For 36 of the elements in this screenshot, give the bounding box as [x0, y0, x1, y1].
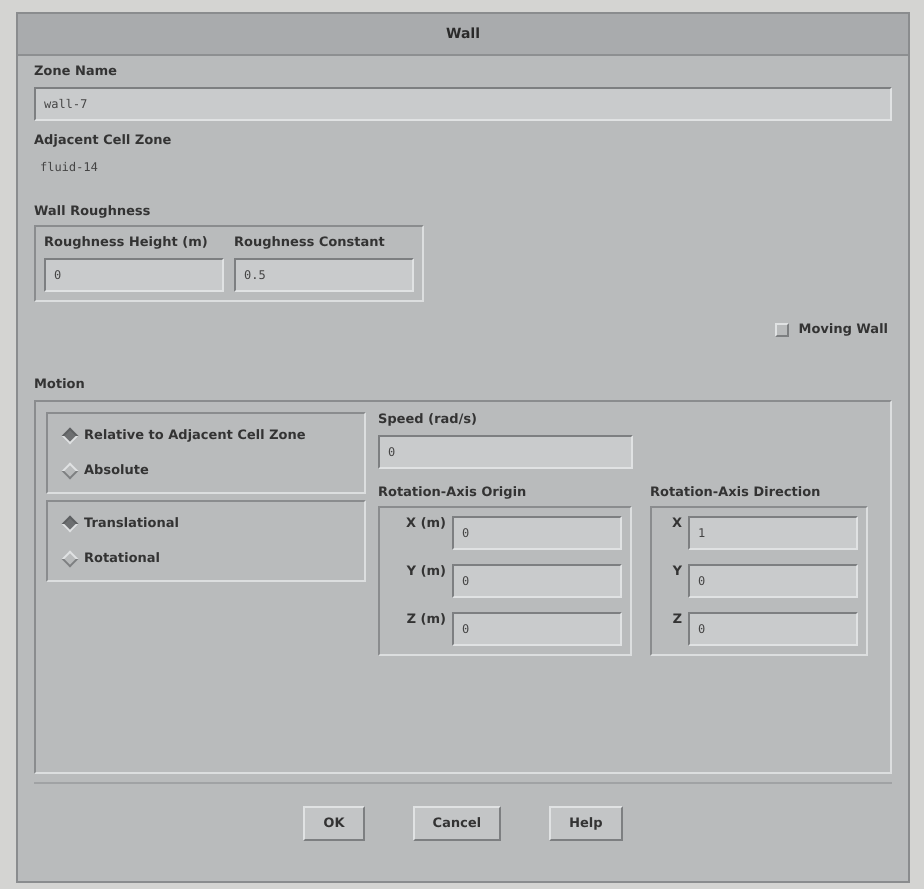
checkbox[interactable]: [774, 322, 789, 336]
zone-name-field[interactable]: wall-7: [34, 87, 892, 121]
input-field[interactable]: 0: [688, 612, 858, 646]
input-field[interactable]: 1: [688, 516, 858, 550]
section-label: Rotation-Axis Origin: [378, 485, 526, 500]
field-label: X: [670, 516, 682, 531]
zone-value: fluid-14: [40, 160, 98, 174]
field-label: Adjacent Cell Zone: [34, 133, 172, 148]
radio-label: Relative to Adjacent Cell Zone: [84, 428, 306, 443]
section-label: Motion: [34, 377, 85, 392]
field-label: Roughness Constant: [234, 235, 385, 250]
field-label: Y (m): [406, 564, 446, 579]
field-label: Z (m): [406, 612, 446, 627]
checkbox-label: Moving Wall: [798, 322, 888, 337]
field-label: Zone Name: [34, 64, 117, 79]
field-label: Roughness Height (m): [44, 235, 208, 250]
input-field[interactable]: 0: [44, 258, 224, 292]
input-field[interactable]: 0: [688, 564, 858, 598]
field-label: X (m): [405, 516, 446, 531]
window-title: Wall: [446, 26, 480, 42]
section-label: Wall Roughness: [34, 204, 150, 219]
field-label: Y: [672, 564, 682, 579]
speed-field[interactable]: 0: [378, 435, 633, 469]
input-field[interactable]: 0.5: [234, 258, 414, 292]
input-field[interactable]: 0: [452, 516, 622, 550]
dialog-button[interactable]: Cancel: [412, 806, 502, 841]
dialog-button[interactable]: Help: [549, 806, 623, 841]
radio-label: Translational: [84, 516, 179, 531]
input-field[interactable]: 0: [452, 612, 622, 646]
dialog-button[interactable]: OK: [303, 806, 365, 841]
section-label: Rotation-Axis Direction: [650, 485, 820, 500]
radio-label: Absolute: [84, 463, 149, 478]
field-label: Speed (rad/s): [378, 412, 477, 427]
field-label: Z: [672, 612, 682, 627]
input-field[interactable]: 0: [452, 564, 622, 598]
radio-label: Rotational: [84, 551, 160, 566]
